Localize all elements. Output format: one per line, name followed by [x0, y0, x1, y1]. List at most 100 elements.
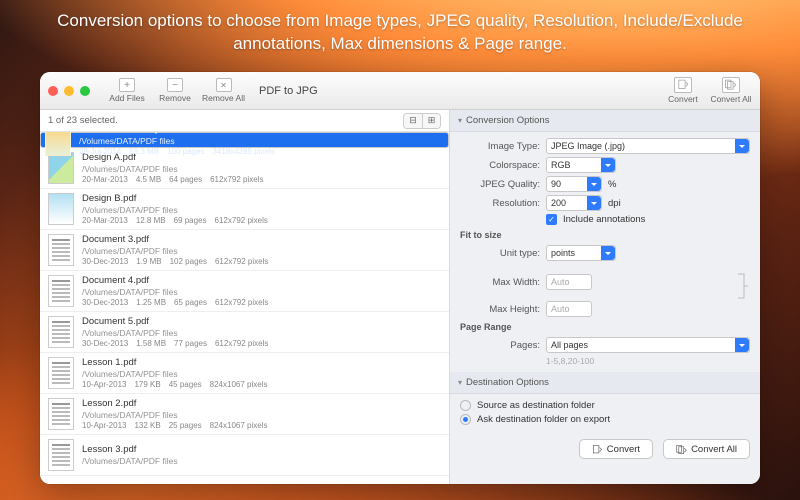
- file-list[interactable]: A PDF Document.pdf/Volumes/DATA/PDF file…: [40, 132, 449, 484]
- view-mode-1-icon[interactable]: ⊟: [404, 114, 422, 128]
- file-details: 30-Dec-20131.25 MB65 pages612x792 pixels: [82, 298, 268, 307]
- file-path: /Volumes/DATA/PDF files: [82, 287, 268, 297]
- convert-toolbar-button[interactable]: Convert: [662, 77, 704, 104]
- traffic-lights[interactable]: [48, 86, 90, 96]
- ask-folder-label: Ask destination folder on export: [477, 414, 610, 425]
- file-name: Lesson 3.pdf: [82, 444, 178, 455]
- file-thumbnail: [48, 152, 74, 184]
- titlebar: Add Files Remove Remove All PDF to JPG C…: [40, 72, 760, 110]
- file-thumbnail: [45, 132, 71, 156]
- file-name: Design B.pdf: [82, 193, 268, 204]
- image-type-select[interactable]: JPEG Image (.jpg): [546, 138, 750, 154]
- file-path: /Volumes/DATA/PDF files: [79, 136, 275, 146]
- file-thumbnail: [48, 357, 74, 389]
- colorspace-label: Colorspace:: [460, 160, 540, 171]
- file-thumbnail: [48, 234, 74, 266]
- source-folder-radio[interactable]: [460, 400, 471, 411]
- options-panel: ▾ Conversion Options Image Type: JPEG Im…: [450, 110, 760, 484]
- max-height-label: Max Height:: [460, 304, 540, 315]
- remove-label: Remove: [159, 93, 191, 103]
- convert-button-label: Convert: [607, 444, 640, 455]
- jpeg-quality-value: 90: [551, 179, 561, 189]
- colorspace-select[interactable]: RGB: [546, 157, 616, 173]
- close-window-icon[interactable]: [48, 86, 58, 96]
- view-mode-toggle[interactable]: ⊟ ⊞: [403, 113, 441, 129]
- file-row[interactable]: Lesson 3.pdf/Volumes/DATA/PDF files: [40, 435, 449, 476]
- file-name: Lesson 1.pdf: [82, 357, 267, 368]
- minimize-window-icon[interactable]: [64, 86, 74, 96]
- pages-label: Pages:: [460, 340, 540, 351]
- convert-icon: [592, 444, 603, 455]
- add-files-icon: [119, 78, 135, 92]
- jpeg-quality-select[interactable]: 90: [546, 176, 602, 192]
- window-title: PDF to JPG: [259, 85, 318, 97]
- destination-options-title: Destination Options: [466, 377, 549, 388]
- file-row[interactable]: Lesson 1.pdf/Volumes/DATA/PDF files10-Ap…: [40, 353, 449, 394]
- destination-options-header[interactable]: ▾ Destination Options: [450, 372, 760, 394]
- file-path: /Volumes/DATA/PDF files: [82, 164, 263, 174]
- file-row[interactable]: Document 4.pdf/Volumes/DATA/PDF files30-…: [40, 271, 449, 312]
- convert-button[interactable]: Convert: [579, 439, 653, 459]
- file-details: 20-Mar-20134.5 MB64 pages612x792 pixels: [82, 175, 263, 184]
- resolution-value: 200: [551, 198, 566, 208]
- pages-select[interactable]: All pages: [546, 337, 750, 353]
- convert-all-button[interactable]: Convert All: [663, 439, 750, 459]
- file-name: Document 3.pdf: [82, 234, 268, 245]
- image-type-label: Image Type:: [460, 141, 540, 152]
- remove-all-label: Remove All: [202, 93, 245, 103]
- file-row[interactable]: Design B.pdf/Volumes/DATA/PDF files20-Ma…: [40, 189, 449, 230]
- file-path: /Volumes/DATA/PDF files: [82, 369, 267, 379]
- zoom-window-icon[interactable]: [80, 86, 90, 96]
- max-height-input[interactable]: Auto: [546, 301, 592, 317]
- add-files-button[interactable]: Add Files: [106, 78, 148, 103]
- resolution-label: Resolution:: [460, 198, 540, 209]
- app-window: Add Files Remove Remove All PDF to JPG C…: [40, 72, 760, 484]
- convert-all-icon: [722, 77, 740, 93]
- file-thumbnail: [48, 439, 74, 471]
- fit-to-size-heading: Fit to size: [460, 230, 750, 240]
- chevron-down-icon: ▾: [458, 116, 462, 125]
- ask-folder-radio[interactable]: [460, 414, 471, 425]
- file-path: /Volumes/DATA/PDF files: [82, 328, 268, 338]
- file-details: 30-Dec-20131.9 MB102 pages612x792 pixels: [82, 257, 268, 266]
- resolution-select[interactable]: 200: [546, 195, 602, 211]
- remove-icon: [167, 78, 183, 92]
- file-thumbnail: [48, 316, 74, 348]
- include-annotations-checkbox[interactable]: ✓: [546, 214, 557, 225]
- jpeg-quality-unit: %: [608, 179, 616, 190]
- convert-all-button-label: Convert All: [691, 444, 737, 455]
- file-thumbnail: [48, 275, 74, 307]
- file-details: 28-Jul-201459.3 MB100 pages3418x4285 pix…: [79, 147, 275, 156]
- convert-icon: [674, 77, 692, 93]
- convert-all-icon: [676, 444, 687, 455]
- file-name: Document 5.pdf: [82, 316, 268, 327]
- file-row[interactable]: Lesson 2.pdf/Volumes/DATA/PDF files10-Ap…: [40, 394, 449, 435]
- file-name: A PDF Document.pdf: [79, 132, 275, 135]
- file-row[interactable]: Document 5.pdf/Volumes/DATA/PDF files30-…: [40, 312, 449, 353]
- conversion-options-header[interactable]: ▾ Conversion Options: [450, 110, 760, 132]
- pages-value: All pages: [551, 340, 588, 350]
- file-path: /Volumes/DATA/PDF files: [82, 205, 268, 215]
- file-thumbnail: [48, 398, 74, 430]
- remove-button[interactable]: Remove: [154, 78, 196, 103]
- selection-count: 1 of 23 selected.: [48, 115, 118, 126]
- unit-type-select[interactable]: points: [546, 245, 616, 261]
- max-width-label: Max Width:: [460, 277, 540, 288]
- file-path: /Volumes/DATA/PDF files: [82, 246, 268, 256]
- file-name: Lesson 2.pdf: [82, 398, 267, 409]
- convert-label: Convert: [668, 94, 698, 104]
- file-details: 10-Apr-2013132 KB25 pages824x1067 pixels: [82, 421, 267, 430]
- file-row[interactable]: A PDF Document.pdf/Volumes/DATA/PDF file…: [40, 132, 449, 148]
- remove-all-button[interactable]: Remove All: [202, 78, 245, 103]
- convert-all-toolbar-button[interactable]: Convert All: [710, 77, 752, 104]
- file-row[interactable]: Document 3.pdf/Volumes/DATA/PDF files30-…: [40, 230, 449, 271]
- resolution-unit: dpi: [608, 198, 621, 209]
- max-width-input[interactable]: Auto: [546, 274, 592, 290]
- unit-type-label: Unit type:: [460, 248, 540, 259]
- file-details: 10-Apr-2013179 KB45 pages824x1067 pixels: [82, 380, 267, 389]
- file-path: /Volumes/DATA/PDF files: [82, 456, 178, 466]
- remove-all-icon: [216, 78, 232, 92]
- view-mode-2-icon[interactable]: ⊞: [422, 114, 440, 128]
- link-dimensions-icon[interactable]: [736, 272, 750, 300]
- jpeg-quality-label: JPEG Quality:: [460, 179, 540, 190]
